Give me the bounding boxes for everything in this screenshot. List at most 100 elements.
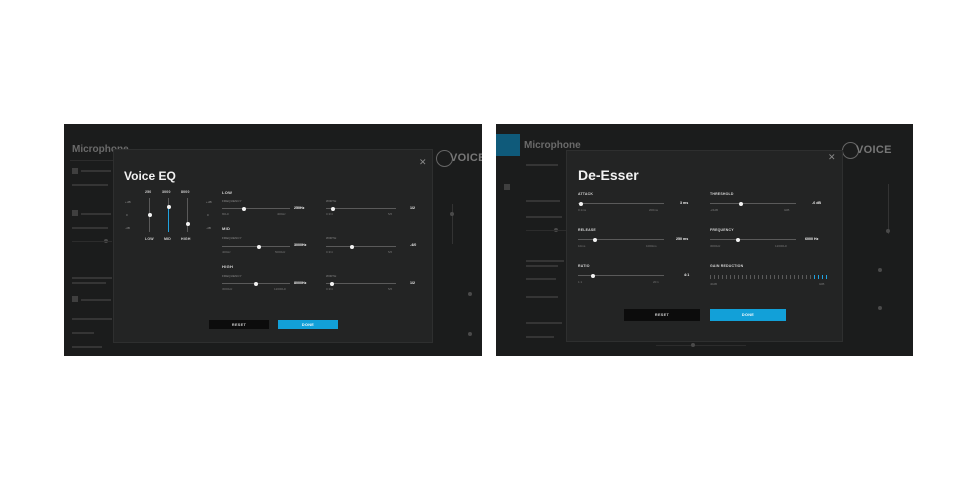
slider-max: 5/6 <box>388 250 393 254</box>
release-thumb[interactable] <box>593 237 598 242</box>
background-slider-thumb <box>468 292 472 296</box>
close-icon[interactable]: ✕ <box>828 153 836 162</box>
background-text <box>81 213 111 215</box>
attack-thumb[interactable] <box>578 201 583 206</box>
band-frequency-high: 8000 <box>181 190 190 194</box>
db-label-zero: 0 <box>207 213 209 217</box>
release-slider[interactable] <box>578 239 664 240</box>
gain-reduction-tick <box>746 275 747 279</box>
gain-reduction-tick <box>802 275 803 279</box>
slider-max: 5/6 <box>388 212 393 216</box>
high-frequency-thumb[interactable] <box>254 281 258 286</box>
slider-min: 0.3/4 <box>326 287 333 291</box>
low-frequency-thumb[interactable] <box>241 206 246 211</box>
slider-max: 5/6 <box>388 287 393 291</box>
mid-frequency-thumb[interactable] <box>256 244 261 249</box>
mid-width-value: -4/0 <box>410 243 417 247</box>
eq-mid-gain-fill <box>168 209 169 232</box>
background-text <box>526 260 564 262</box>
close-icon[interactable]: ✕ <box>419 158 427 167</box>
background-slider-track <box>888 184 889 234</box>
slider-min: 0.3/4 <box>326 250 333 254</box>
attack-slider[interactable] <box>578 203 664 204</box>
gain-reduction-tick <box>774 275 775 279</box>
eq-high-gain-thumb[interactable] <box>185 221 190 226</box>
db-label-minus: -dB <box>206 226 211 230</box>
low-width-thumb[interactable] <box>331 206 335 211</box>
background-brand: VOICE <box>450 152 482 164</box>
gain-reduction-tick <box>742 275 743 279</box>
gain-reduction-tick <box>766 275 767 279</box>
slider-max: 0dB <box>784 208 790 212</box>
background-icon <box>72 296 78 302</box>
db-label-zero: 0 <box>126 213 128 217</box>
background-slider-thumb <box>878 268 882 272</box>
low-width-value: 1/2 <box>410 206 415 210</box>
gain-reduction-tick <box>718 275 719 279</box>
gain-reduction-tick <box>710 275 711 279</box>
high-width-thumb[interactable] <box>330 281 335 286</box>
background-brand: VOICE <box>856 144 892 156</box>
gain-reduction-tick <box>754 275 755 279</box>
slider-min: 3000Hz <box>222 287 233 291</box>
done-button[interactable]: DONE <box>710 309 786 321</box>
eq-high-gain-slider[interactable] <box>187 198 188 232</box>
section-heading: MID <box>222 226 231 231</box>
background-text <box>72 318 112 320</box>
high-width-slider[interactable] <box>326 283 396 284</box>
eq-low-gain-thumb[interactable] <box>147 213 152 217</box>
slider-max: 12000Hz <box>274 287 287 291</box>
gain-reduction-tick <box>714 275 715 279</box>
gain-reduction-tick <box>738 275 739 279</box>
threshold-value: -6 dB <box>812 201 821 205</box>
gain-reduction-tick <box>818 275 819 279</box>
reset-button[interactable]: RESET <box>209 320 269 329</box>
modal-title: Voice EQ <box>124 169 176 183</box>
done-button[interactable]: DONE <box>278 320 338 329</box>
background-slider-thumb <box>691 343 695 347</box>
gain-reduction-tick <box>782 275 783 279</box>
control-label: ATTACK <box>578 192 594 196</box>
de-esser-screenshot: Microphone VOICE De-Esser ✕ ATTACK 3 ms … <box>496 124 913 356</box>
width-label: WIDTH <box>326 199 337 203</box>
mid-width-slider[interactable] <box>326 246 396 247</box>
slider-min: 400Hz <box>222 250 231 254</box>
threshold-thumb[interactable] <box>738 201 743 206</box>
background-slider-thumb <box>886 229 890 233</box>
low-frequency-value: 250Hz <box>294 206 305 210</box>
gain-reduction-tick <box>770 275 771 279</box>
slider-min: 10ms <box>578 244 586 248</box>
slider-min: 1:1 <box>578 280 583 284</box>
background-text <box>72 282 106 284</box>
background-text <box>526 336 554 338</box>
frequency-thumb[interactable] <box>736 237 741 242</box>
mid-width-thumb[interactable] <box>349 244 354 249</box>
low-frequency-slider[interactable] <box>222 208 290 209</box>
release-value: 250 ms <box>676 237 689 241</box>
control-label: THRESHOLD <box>710 192 734 196</box>
reset-button[interactable]: RESET <box>624 309 700 321</box>
band-frequency-mid: 3000 <box>162 190 171 194</box>
ratio-thumb[interactable] <box>591 273 596 278</box>
background-text <box>526 200 560 202</box>
background-slider-track <box>656 345 746 346</box>
low-width-slider[interactable] <box>326 208 396 209</box>
slider-min: 3000Hz <box>710 244 721 248</box>
high-width-value: 1/2 <box>410 281 415 285</box>
control-label: RATIO <box>578 264 590 268</box>
meter-label: GAIN REDUCTION <box>710 264 744 268</box>
background-text <box>81 170 111 172</box>
background-divider <box>70 160 115 161</box>
gain-reduction-tick <box>810 275 811 279</box>
gain-reduction-tick <box>758 275 759 279</box>
gain-reduction-tick <box>762 275 763 279</box>
meter-max: 0dB <box>819 282 825 286</box>
background-text <box>526 164 558 166</box>
section-heading: HIGH <box>222 264 234 269</box>
frequency-slider[interactable] <box>710 239 796 240</box>
threshold-slider[interactable] <box>710 203 796 204</box>
control-label: FREQUENCY <box>710 228 734 232</box>
slider-max: 20:1 <box>653 280 659 284</box>
eq-mid-gain-thumb[interactable] <box>166 204 171 209</box>
background-slider-thumb <box>450 212 454 216</box>
